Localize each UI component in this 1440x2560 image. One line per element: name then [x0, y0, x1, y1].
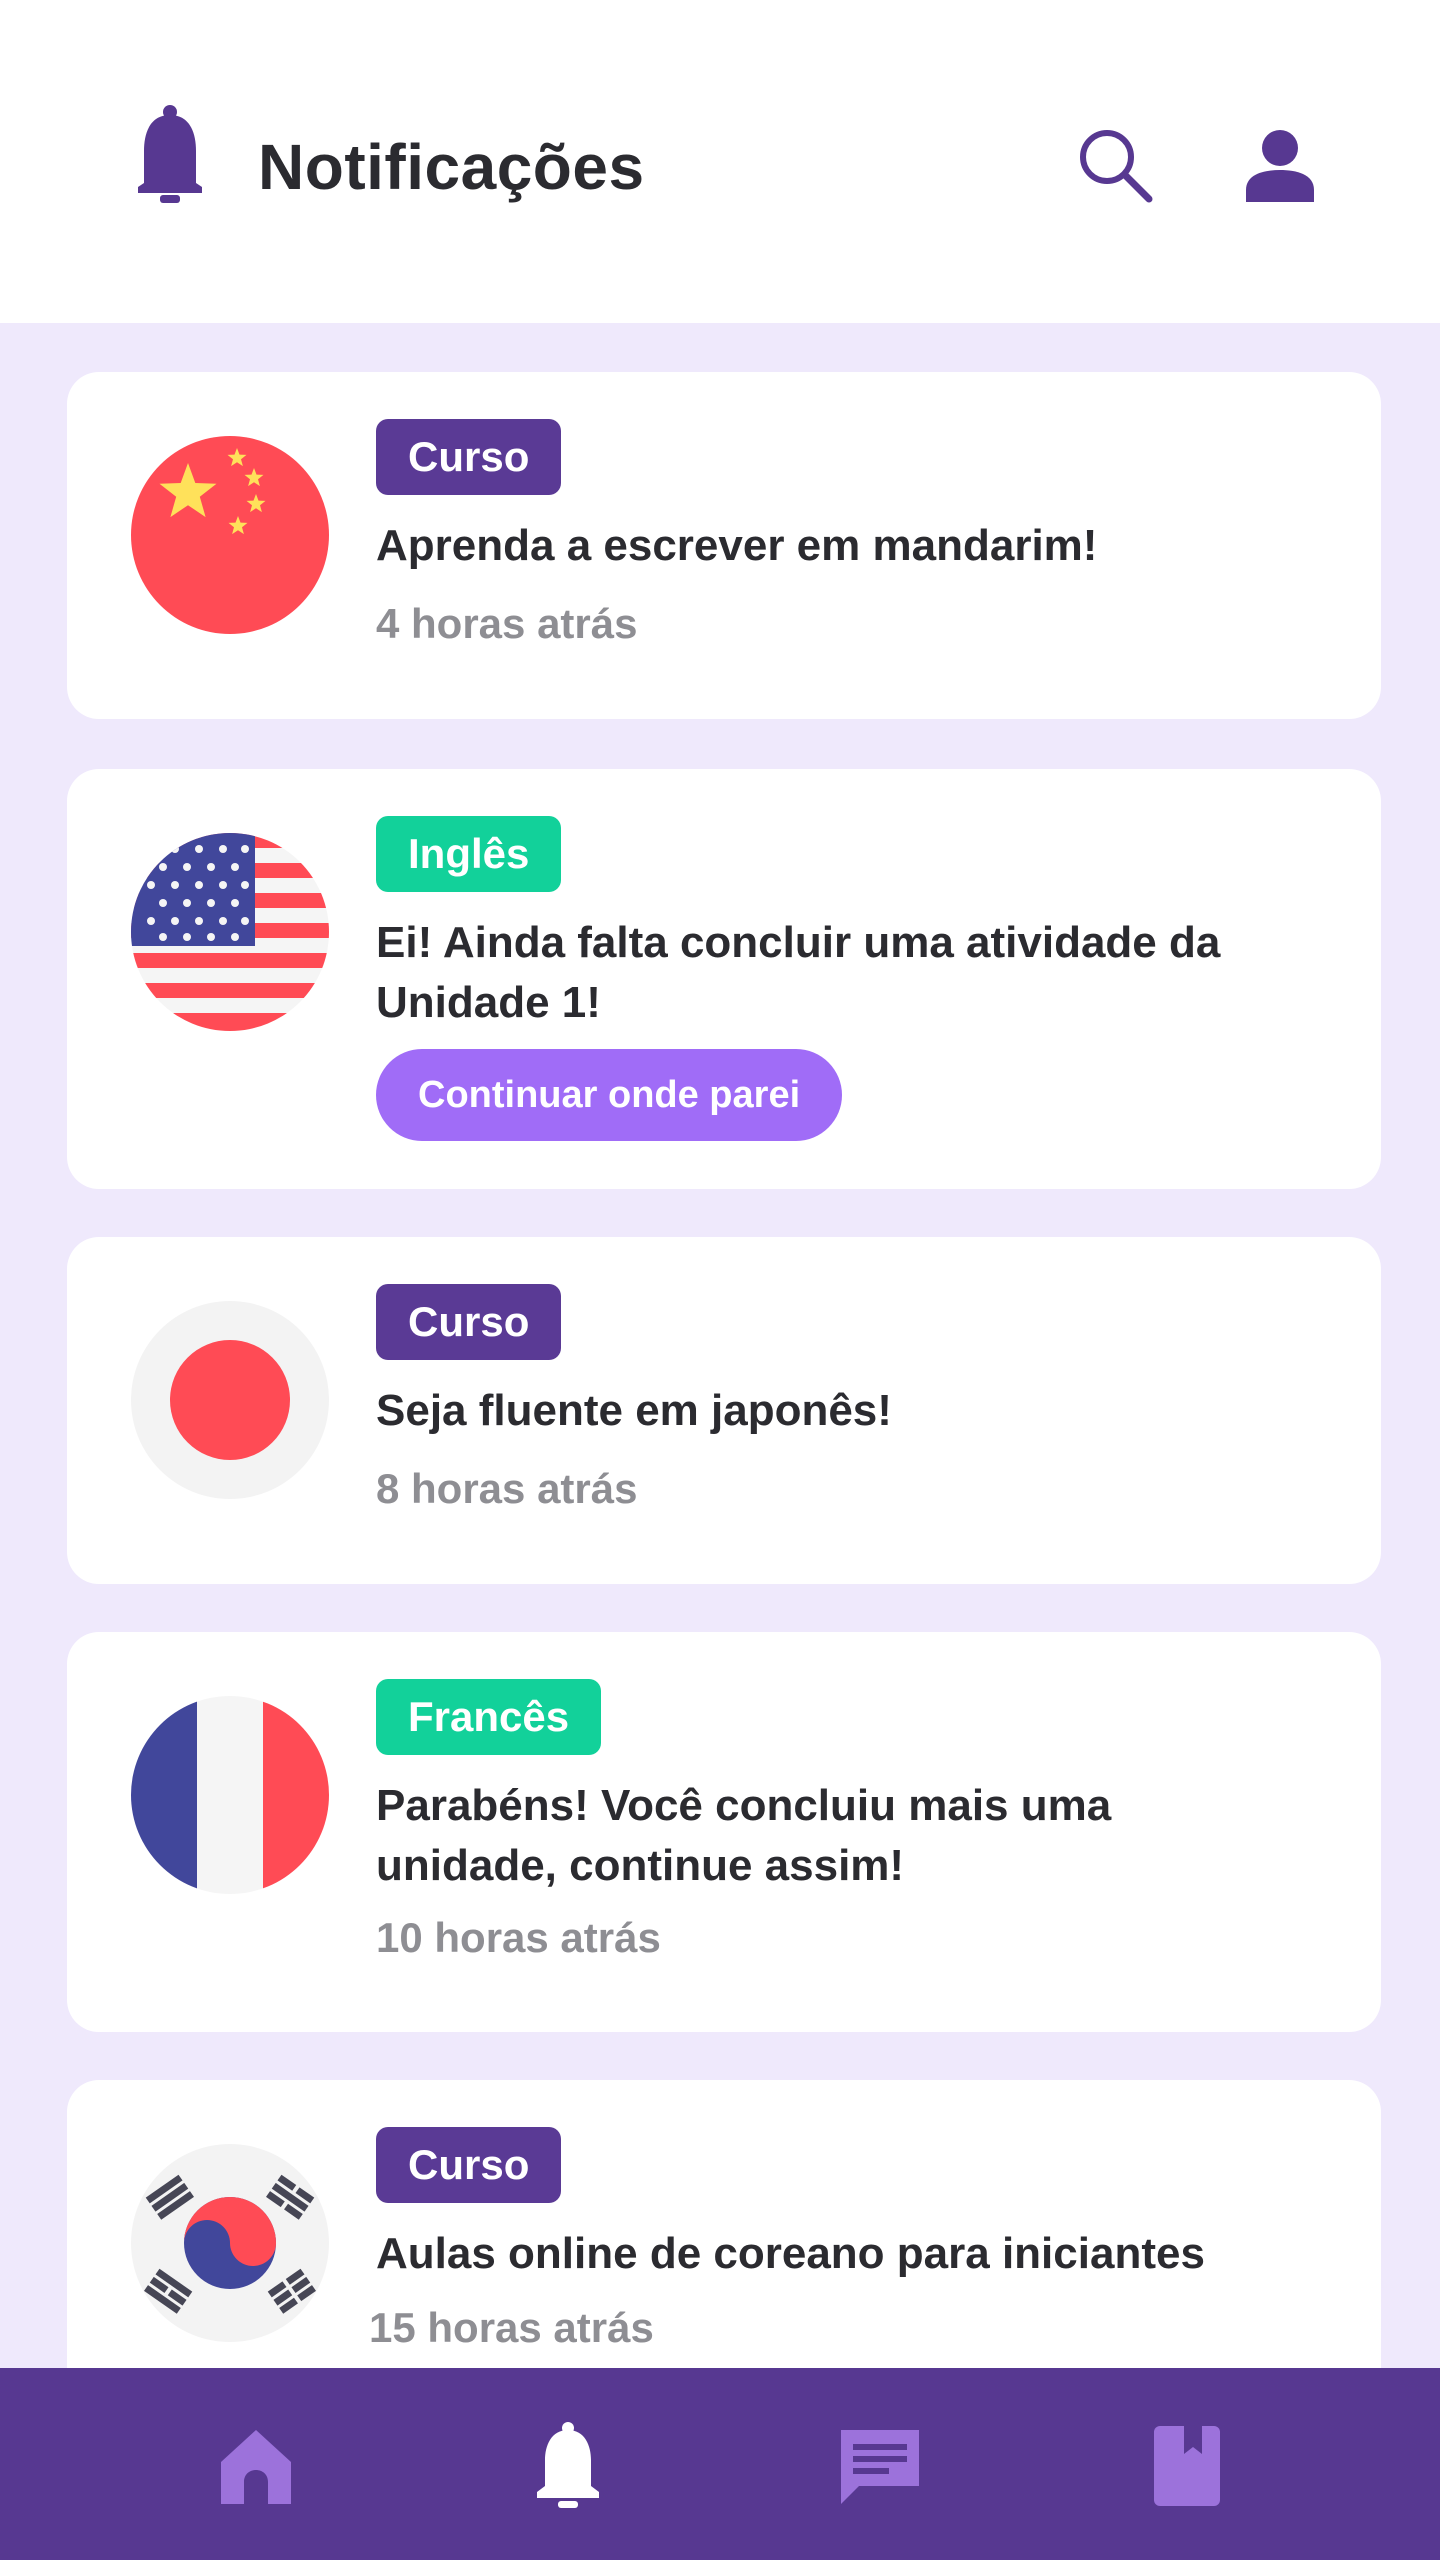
chat-icon[interactable]: [835, 2420, 925, 2510]
bell-icon[interactable]: [523, 2420, 613, 2510]
user-icon[interactable]: [1240, 128, 1320, 202]
notification-message: Seja fluente em japonês!: [376, 1386, 892, 1435]
china-flag-icon: [131, 436, 329, 634]
search-icon[interactable]: [1075, 125, 1155, 205]
notification-card[interactable]: Curso Aprenda a escrever em mandarim! 4 …: [67, 372, 1381, 719]
notification-card[interactable]: Inglês Ei! Ainda falta concluir uma ativ…: [67, 769, 1381, 1189]
notification-card[interactable]: Curso Seja fluente em japonês! 8 horas a…: [67, 1237, 1381, 1584]
bell-icon: [130, 105, 210, 205]
app-header: Notificações: [0, 0, 1440, 323]
notification-message: Ei! Ainda falta concluir uma atividade d…: [376, 918, 1221, 1027]
notification-message: Aulas online de coreano para iniciantes: [376, 2229, 1205, 2278]
notification-card[interactable]: Curso Aulas online de coreano para inici…: [67, 2080, 1381, 2368]
notification-message: Aprenda a escrever em mandarim!: [376, 521, 1098, 570]
notification-time: 15 horas atrás: [369, 2304, 654, 2351]
notification-time: 10 horas atrás: [376, 1914, 661, 1961]
book-icon[interactable]: [1142, 2420, 1232, 2510]
notification-list: Curso Aprenda a escrever em mandarim! 4 …: [0, 323, 1440, 2368]
continue-button[interactable]: Continuar onde parei: [376, 1049, 843, 1141]
category-badge: Curso: [376, 1284, 562, 1360]
page-title: Notificações: [258, 131, 645, 203]
korea-flag-icon: [131, 2144, 329, 2342]
home-icon[interactable]: [211, 2420, 301, 2510]
category-badge: Inglês: [376, 816, 562, 892]
france-flag-icon: [131, 1696, 329, 1894]
category-badge: Curso: [376, 419, 562, 495]
category-badge: Francês: [376, 1679, 602, 1755]
usa-flag-icon: [131, 833, 329, 1031]
bottom-navigation: [0, 2368, 1440, 2560]
notification-card[interactable]: Francês Parabéns! Você concluiu mais uma…: [67, 1632, 1381, 2032]
notification-message: Parabéns! Você concluiu mais uma unidade…: [376, 1781, 1112, 1890]
notification-time: 8 horas atrás: [376, 1465, 638, 1512]
notification-time: 4 horas atrás: [376, 600, 638, 647]
category-badge: Curso: [376, 2127, 562, 2203]
japan-flag-icon: [131, 1301, 329, 1499]
